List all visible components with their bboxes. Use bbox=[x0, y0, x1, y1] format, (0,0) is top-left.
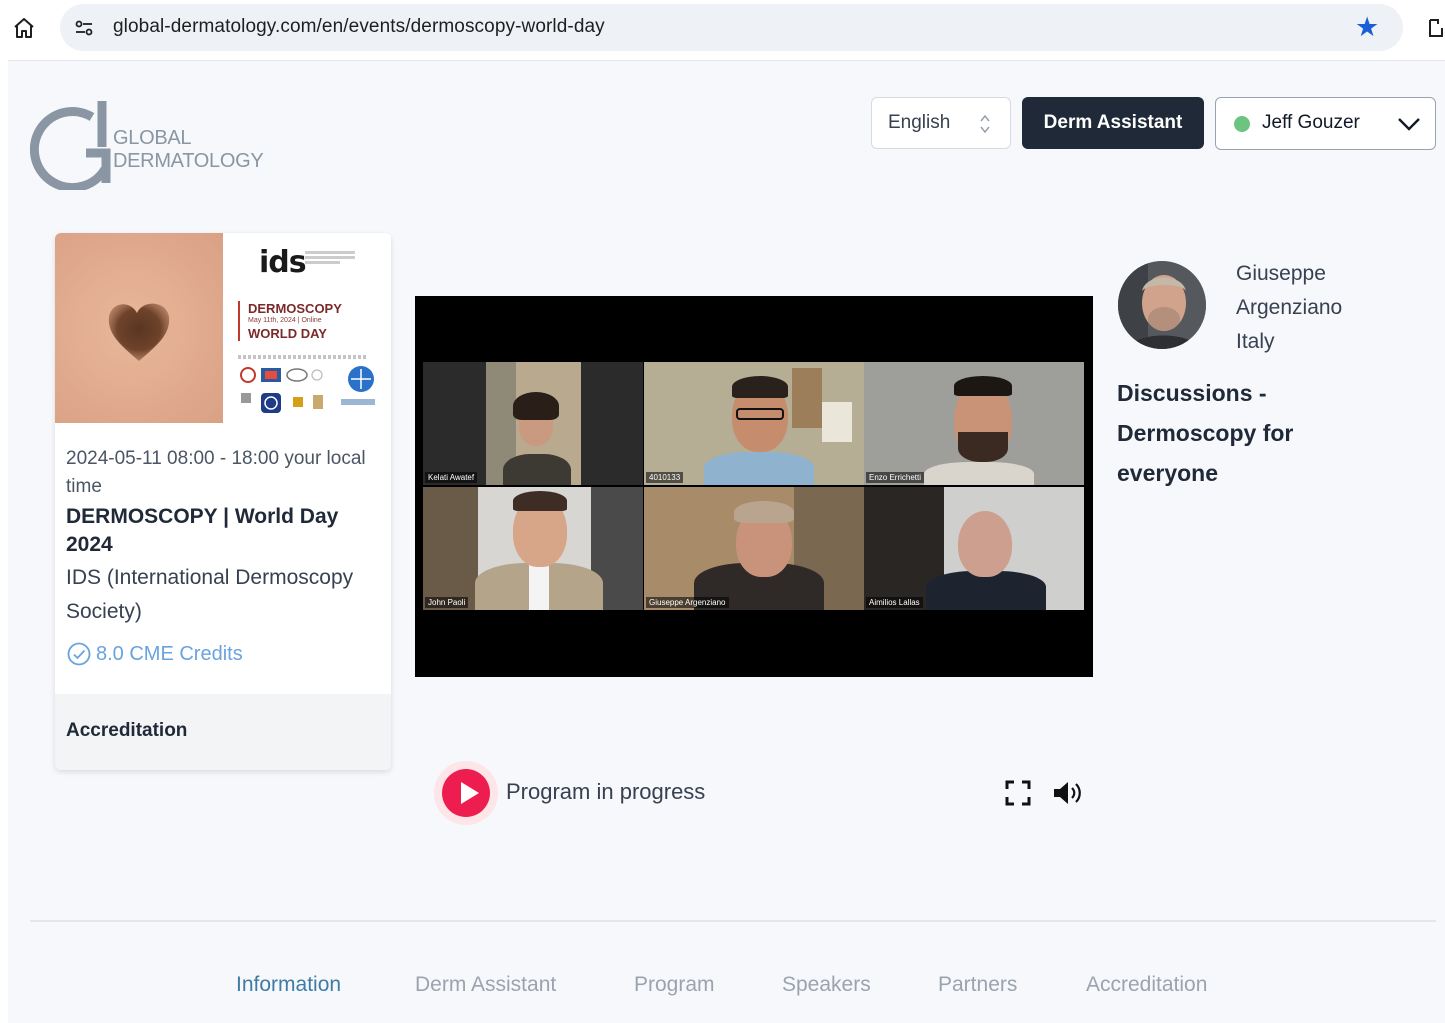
derm-assistant-button[interactable]: Derm Assistant bbox=[1022, 97, 1204, 149]
online-status-dot bbox=[1234, 116, 1250, 132]
heart-mole-image bbox=[108, 303, 170, 361]
partner-logos bbox=[240, 366, 375, 413]
participant-name: 4010133 bbox=[646, 472, 684, 483]
poster-title-line-1: DERMOSCOPY bbox=[248, 301, 342, 316]
participant-name: Aimilios Lallas bbox=[866, 597, 923, 608]
play-icon bbox=[442, 769, 490, 817]
card-footer[interactable]: Accreditation bbox=[55, 694, 391, 770]
program-status: Program in progress bbox=[506, 779, 706, 804]
speaker-country: Italy bbox=[1236, 330, 1275, 353]
participant-name: Enzo Errichetti bbox=[866, 472, 925, 483]
tab-speakers[interactable]: Speakers bbox=[782, 973, 871, 997]
volume-icon[interactable] bbox=[1052, 779, 1086, 807]
user-name: Jeff Gouzer bbox=[1262, 112, 1360, 133]
dermoscopy-world-day-poster: ids DERMOSCOPY May 11th, 2024 | Online W… bbox=[223, 233, 391, 423]
url-text[interactable]: global-dermatology.com/en/events/dermosc… bbox=[113, 16, 605, 38]
user-menu-button[interactable]: Jeff Gouzer bbox=[1215, 97, 1436, 150]
chevron-down-icon bbox=[1398, 118, 1420, 131]
tab-derm-assistant[interactable]: Derm Assistant bbox=[415, 973, 556, 997]
participant-tile: 4010133 bbox=[644, 362, 864, 485]
participant-tile: Kelati Awatef bbox=[423, 362, 643, 485]
tab-partners[interactable]: Partners bbox=[938, 973, 1017, 997]
cme-credits-text: 8.0 CME Credits bbox=[96, 642, 243, 665]
browser-toolbar: global-dermatology.com/en/events/dermosc… bbox=[0, 0, 1445, 58]
accreditation-label: Accreditation bbox=[66, 720, 188, 741]
speaker-avatar[interactable] bbox=[1118, 261, 1206, 349]
poster-subtitle: May 11th, 2024 | Online bbox=[248, 317, 322, 324]
participant-tile: John Paoli bbox=[423, 487, 643, 610]
event-card[interactable]: ids DERMOSCOPY May 11th, 2024 | Online W… bbox=[55, 233, 391, 770]
session-title: Discussions - Dermoscopy for everyone bbox=[1117, 380, 1294, 486]
page-content: GLOBAL DERMATOLOGY English Derm Assistan… bbox=[8, 60, 1445, 1023]
ids-logo-caption bbox=[305, 249, 355, 266]
video-call-grid: Kelati Awatef 4010133 Enzo Errichetti Jo… bbox=[423, 362, 1085, 610]
fullscreen-icon[interactable] bbox=[1004, 779, 1032, 807]
event-date-time: 2024-05-11 08:00 - 18:00 your local time bbox=[66, 448, 366, 497]
participant-name: Kelati Awatef bbox=[425, 472, 478, 483]
poster-divider bbox=[238, 355, 368, 359]
tab-information[interactable]: Information bbox=[236, 973, 341, 997]
participant-tile: Aimilios Lallas bbox=[864, 487, 1084, 610]
participant-name: Giuseppe Argenziano bbox=[646, 597, 729, 608]
poster-title: DERMOSCOPY May 11th, 2024 | Online WORLD… bbox=[238, 301, 342, 341]
language-value: English bbox=[888, 112, 951, 133]
event-poster-image: ids DERMOSCOPY May 11th, 2024 | Online W… bbox=[55, 233, 391, 423]
site-info-icon[interactable] bbox=[72, 16, 96, 40]
logo-wordmark: GLOBAL DERMATOLOGY bbox=[113, 127, 264, 173]
poster-title-line-2: WORLD DAY bbox=[248, 326, 327, 341]
speaker-first-name: Giuseppe bbox=[1236, 262, 1326, 285]
language-select[interactable]: English bbox=[871, 97, 1011, 149]
participant-tile: Giuseppe Argenziano bbox=[644, 487, 864, 610]
section-divider bbox=[30, 920, 1436, 922]
home-icon[interactable] bbox=[10, 14, 38, 42]
tab-program[interactable]: Program bbox=[634, 973, 715, 997]
participant-name: John Paoli bbox=[425, 597, 469, 608]
logo-line-1: GLOBAL bbox=[113, 127, 192, 149]
select-arrows-icon bbox=[980, 114, 990, 134]
event-details: 2024-05-11 08:00 - 18:00 your local time… bbox=[66, 445, 381, 666]
extensions-icon[interactable] bbox=[1426, 14, 1445, 42]
check-circle-icon bbox=[67, 642, 91, 666]
tab-accreditation[interactable]: Accreditation bbox=[1086, 973, 1207, 997]
event-organizer: IDS (International Dermoscopy Society) bbox=[66, 566, 354, 623]
play-button[interactable] bbox=[434, 761, 498, 825]
speaker-last-name: Argenziano bbox=[1236, 296, 1343, 319]
speaker-name[interactable]: Giuseppe Argenziano Italy bbox=[1236, 257, 1342, 359]
bookmark-star-icon[interactable]: ★ bbox=[1355, 12, 1379, 42]
logo-line-2: DERMATOLOGY bbox=[113, 150, 264, 172]
speaker-portrait bbox=[1118, 261, 1206, 349]
mole-photo bbox=[55, 233, 223, 423]
video-player[interactable]: Kelati Awatef 4010133 Enzo Errichetti Jo… bbox=[415, 296, 1093, 677]
participant-tile: Enzo Errichetti bbox=[864, 362, 1084, 485]
cme-credits: 8.0 CME Credits bbox=[66, 641, 243, 667]
ids-logo: ids bbox=[259, 245, 307, 280]
event-title[interactable]: DERMOSCOPY | World Day 2024 bbox=[66, 503, 381, 559]
